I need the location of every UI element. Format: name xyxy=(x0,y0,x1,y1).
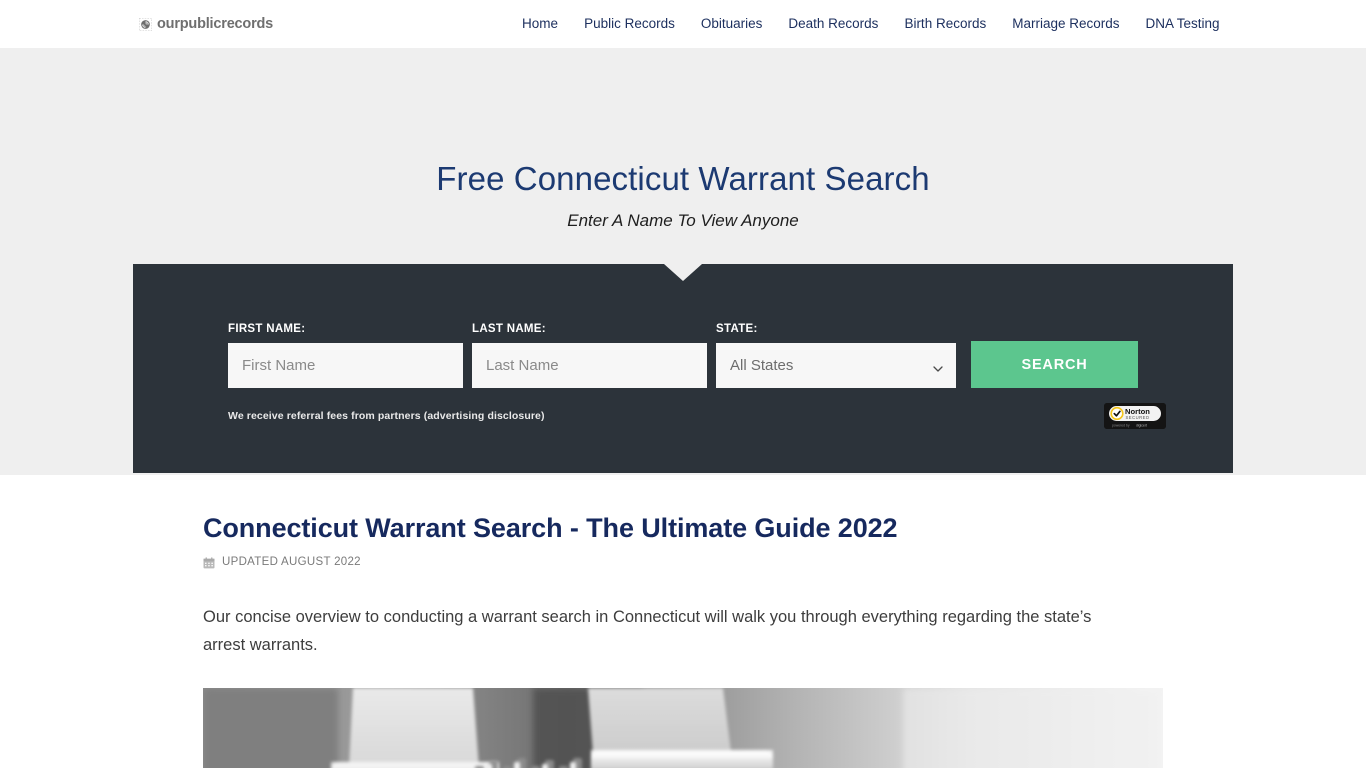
hero-section: Free Connecticut Warrant Search Enter A … xyxy=(0,48,1366,475)
article-intro-paragraph: Our concise overview to conducting a war… xyxy=(203,608,1092,655)
svg-text:SECURED: SECURED xyxy=(1126,415,1150,420)
last-name-input[interactable] xyxy=(472,343,707,388)
search-panel-footer: We receive referral fees from partners (… xyxy=(133,388,1233,429)
svg-text:digicert: digicert xyxy=(1136,423,1147,427)
last-name-field-group: LAST NAME: xyxy=(472,323,707,388)
brand-name: ourpublicrecords xyxy=(157,15,274,32)
search-form: FIRST NAME: LAST NAME: STATE: All States xyxy=(133,264,1233,388)
article-title: Connecticut Warrant Search - The Ultimat… xyxy=(203,513,898,543)
panel-notch-triangle xyxy=(664,264,702,281)
search-panel: FIRST NAME: LAST NAME: STATE: All States xyxy=(133,264,1233,473)
calendar-icon xyxy=(203,556,215,569)
page-title: Free Connecticut Warrant Search xyxy=(436,160,930,197)
nav-item-obituaries[interactable]: Obituaries xyxy=(688,0,776,48)
nav-item-public-records[interactable]: Public Records xyxy=(571,0,688,48)
main-navigation: Home Public Records Obituaries Death Rec… xyxy=(509,0,1233,48)
first-name-field-group: FIRST NAME: xyxy=(228,323,463,388)
article-updated-date: UPDATED AUGUST 2022 xyxy=(222,556,361,569)
state-select[interactable]: All States xyxy=(716,343,956,388)
nav-item-home[interactable]: Home xyxy=(509,0,571,48)
article-hero-image xyxy=(203,687,1163,768)
last-name-label: LAST NAME: xyxy=(472,323,546,335)
site-header: ourpublicrecords Home Public Records Obi… xyxy=(0,0,1366,48)
first-name-label: FIRST NAME: xyxy=(228,323,306,335)
nav-item-death-records[interactable]: Death Records xyxy=(775,0,891,48)
article-meta: UPDATED AUGUST 2022 xyxy=(203,556,1163,569)
nav-item-birth-records[interactable]: Birth Records xyxy=(891,0,999,48)
fingerprint-badge-icon xyxy=(139,17,152,31)
search-button[interactable]: SEARCH xyxy=(971,341,1138,388)
svg-text:powered by: powered by xyxy=(1112,423,1130,427)
norton-secured-badge-icon[interactable]: Norton SECURED powered by digicert xyxy=(1104,403,1166,429)
article-section: Connecticut Warrant Search - The Ultimat… xyxy=(203,475,1163,768)
nav-item-dna-testing[interactable]: DNA Testing xyxy=(1133,0,1233,48)
advertising-disclosure-text: We receive referral fees from partners (… xyxy=(228,410,545,422)
hero-subtitle: Enter A Name To View Anyone xyxy=(567,210,799,230)
state-field-group: STATE: All States xyxy=(716,323,956,388)
brand-logo-link[interactable]: ourpublicrecords xyxy=(139,17,273,32)
state-select-wrapper: All States xyxy=(716,343,956,388)
nav-item-marriage-records[interactable]: Marriage Records xyxy=(999,0,1132,48)
first-name-input[interactable] xyxy=(228,343,463,388)
state-label: STATE: xyxy=(716,323,758,335)
